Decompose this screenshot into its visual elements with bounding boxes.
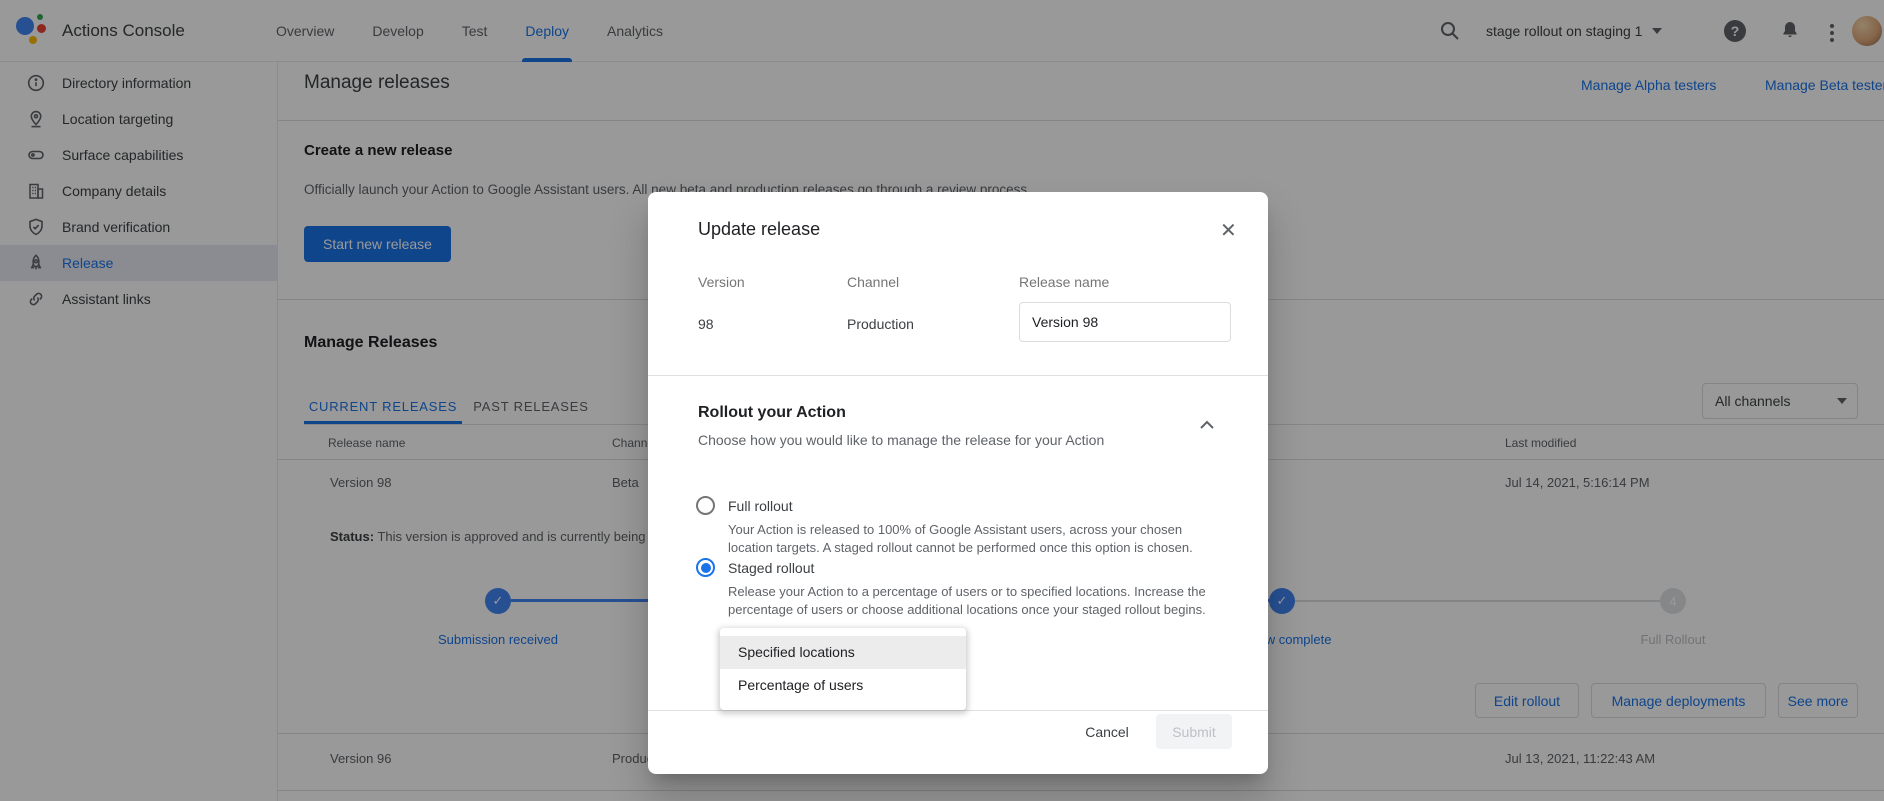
version-label: Version: [698, 274, 745, 290]
close-icon[interactable]: ✕: [1218, 216, 1239, 245]
channel-value: Production: [847, 316, 914, 332]
full-rollout-description: Your Action is released to 100% of Googl…: [728, 521, 1220, 557]
staged-rollout-description: Release your Action to a percentage of u…: [728, 583, 1220, 619]
rollout-section-subheading: Choose how you would like to manage the …: [698, 432, 1104, 448]
release-name-label: Release name: [1019, 274, 1109, 290]
dropdown-option-percentage-of-users[interactable]: Percentage of users: [720, 669, 966, 702]
cancel-button[interactable]: Cancel: [1072, 714, 1142, 749]
chevron-up-icon[interactable]: [1195, 414, 1219, 443]
rollout-type-dropdown: Specified locations Percentage of users: [720, 628, 966, 710]
full-rollout-label[interactable]: Full rollout: [728, 498, 793, 514]
release-name-input[interactable]: [1019, 302, 1231, 342]
submit-button[interactable]: Submit: [1156, 714, 1232, 749]
channel-label: Channel: [847, 274, 899, 290]
divider: [648, 375, 1268, 376]
staged-rollout-radio[interactable]: [696, 558, 715, 577]
version-value: 98: [698, 316, 714, 332]
full-rollout-radio[interactable]: [696, 496, 715, 515]
dropdown-option-specified-locations[interactable]: Specified locations: [720, 636, 966, 669]
actions-console-screen: Actions Console Overview Develop Test De…: [0, 0, 1884, 801]
dialog-title: Update release: [698, 219, 820, 240]
divider: [648, 710, 1268, 711]
rollout-section-heading: Rollout your Action: [698, 404, 846, 422]
staged-rollout-label[interactable]: Staged rollout: [728, 560, 814, 576]
